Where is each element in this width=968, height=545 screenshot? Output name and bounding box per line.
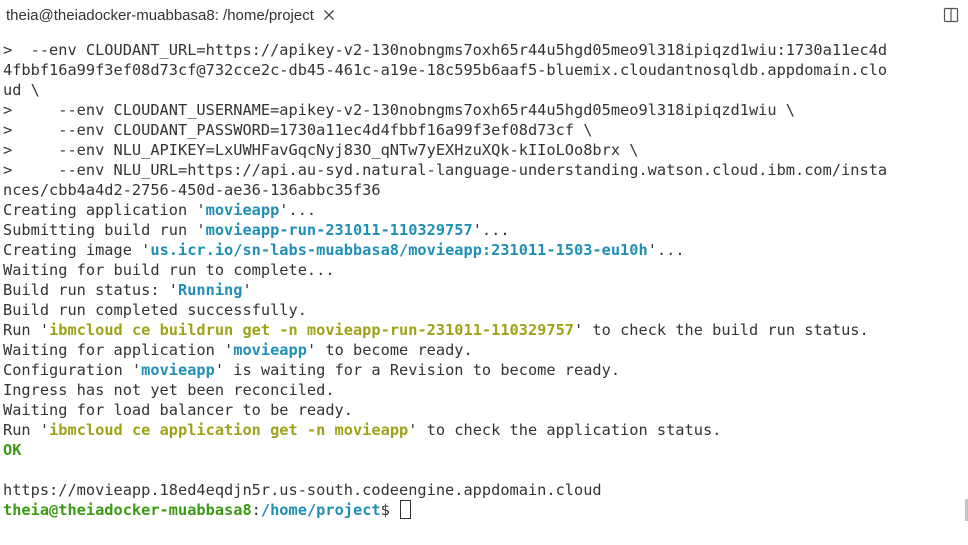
terminal-text-segment: OK	[3, 441, 22, 459]
terminal-text-segment: '...	[647, 241, 685, 259]
terminal-text-segment: Creating image '	[3, 241, 151, 259]
terminal-text-segment: ud \	[3, 81, 40, 99]
terminal-text-segment: ' is waiting for a Revision to become re…	[214, 361, 621, 379]
terminal-line: Creating application 'movieapp'...	[3, 200, 965, 220]
terminal-line: > --env NLU_URL=https://api.au-syd.natur…	[3, 160, 965, 180]
terminal-text-segment: ' to check the application status.	[408, 421, 722, 439]
terminal-text-segment: ' to check the build run status.	[574, 321, 869, 339]
terminal-text-segment: Build run completed successfully.	[3, 301, 307, 319]
terminal-text-segment: Run '	[3, 421, 50, 439]
terminal-line: Build run status: 'Running'	[3, 280, 965, 300]
terminal-line: Waiting for load balancer to be ready.	[3, 400, 965, 420]
terminal-line: OK	[3, 440, 965, 460]
terminal-line: > --env CLOUDANT_USERNAME=apikey-v2-130n…	[3, 100, 965, 120]
terminal-line: Run 'ibmcloud ce buildrun get -n movieap…	[3, 320, 965, 340]
terminal-line: > --env NLU_APIKEY=LxUWHFavGqcNyj83O_qNT…	[3, 140, 965, 160]
terminal-text-segment: Waiting for load balancer to be ready.	[3, 401, 353, 419]
terminal-text-segment: Configuration '	[3, 361, 142, 379]
terminal-line: 4fbbf16a99f3ef08d73cf@732cce2c-db45-461c…	[3, 60, 965, 80]
close-icon[interactable]	[322, 8, 336, 22]
terminal-text-segment: > --env NLU_URL=https://api.au-syd.natur…	[3, 161, 888, 179]
terminal-text-segment: Ingress has not yet been reconciled.	[3, 381, 335, 399]
terminal-line: ud \	[3, 80, 965, 100]
terminal-text-segment: https://movieapp.18ed4eqdjn5r.us-south.c…	[3, 481, 602, 499]
terminal-text-segment: > --env NLU_APIKEY=LxUWHFavGqcNyj83O_qNT…	[3, 141, 639, 159]
terminal-line: Configuration 'movieapp' is waiting for …	[3, 360, 965, 380]
terminal-output[interactable]: > --env CLOUDANT_URL=https://apikey-v2-1…	[3, 40, 965, 530]
terminal-text-segment: '...	[472, 221, 510, 239]
terminal-text-segment: > --env CLOUDANT_PASSWORD=1730a11ec4d4fb…	[3, 121, 593, 139]
terminal-cursor	[400, 500, 412, 519]
terminal-text-segment: Run '	[3, 321, 50, 339]
terminal-text-segment: movieapp	[141, 361, 215, 379]
terminal-text-segment: '...	[279, 201, 317, 219]
terminal-text-segment: ' to become ready.	[306, 341, 473, 359]
split-editor-icon[interactable]	[942, 6, 960, 24]
terminal-line: Waiting for build run to complete...	[3, 260, 965, 280]
terminal-text-segment: > --env CLOUDANT_URL=https://apikey-v2-1…	[3, 41, 888, 59]
prompt-path: /home/project	[260, 501, 381, 519]
terminal-line: Creating image 'us.icr.io/sn-labs-muabba…	[3, 240, 965, 260]
terminal-text-segment: movieapp-run-231011-110329757	[205, 221, 473, 239]
terminal-text-segment: '	[242, 281, 252, 299]
terminal-line: Submitting build run 'movieapp-run-23101…	[3, 220, 965, 240]
terminal-prompt-line[interactable]: theia@theiadocker-muabbasa8:/home/projec…	[3, 500, 965, 520]
terminal-text-segment: Build run status: '	[3, 281, 178, 299]
terminal-line: Run 'ibmcloud ce application get -n movi…	[3, 420, 965, 440]
terminal-tab-title: theia@theiadocker-muabbasa8: /home/proje…	[6, 6, 314, 24]
terminal-line: https://movieapp.18ed4eqdjn5r.us-south.c…	[3, 480, 965, 500]
prompt-user-host: theia@theiadocker-muabbasa8	[3, 501, 252, 519]
terminal-text-segment: Waiting for application '	[3, 341, 234, 359]
terminal-text-segment: > --env CLOUDANT_USERNAME=apikey-v2-130n…	[3, 101, 796, 119]
terminal-text-segment: Waiting for build run to complete...	[3, 261, 335, 279]
terminal-text-segment: 4fbbf16a99f3ef08d73cf@732cce2c-db45-461c…	[3, 61, 888, 79]
terminal-text-segment: Running	[177, 281, 243, 299]
terminal-line: Build run completed successfully.	[3, 300, 965, 320]
terminal-tab[interactable]: theia@theiadocker-muabbasa8: /home/proje…	[0, 0, 336, 30]
prompt-symbol: $	[380, 501, 400, 519]
terminal-text-segment: Submitting build run '	[3, 221, 206, 239]
terminal-line: Waiting for application 'movieapp' to be…	[3, 340, 965, 360]
terminal-text-segment: movieapp	[205, 201, 280, 219]
terminal-text-segment: ibmcloud ce application get -n movieapp	[49, 421, 409, 439]
terminal-text-segment: us.icr.io/sn-labs-muabbasa8/movieapp:231…	[150, 241, 648, 259]
terminal-line: nces/cbb4a4d2-2756-450d-ae36-136abbc35f3…	[3, 180, 965, 200]
terminal-text-segment: movieapp	[233, 341, 307, 359]
terminal-line: > --env CLOUDANT_PASSWORD=1730a11ec4d4fb…	[3, 120, 965, 140]
terminal-tab-bar: theia@theiadocker-muabbasa8: /home/proje…	[0, 0, 968, 30]
prompt-separator: :	[251, 501, 261, 519]
terminal-text-segment: Creating application '	[3, 201, 206, 219]
terminal-text-segment: ibmcloud ce buildrun get -n movieapp-run…	[49, 321, 575, 339]
terminal-text-segment: nces/cbb4a4d2-2756-450d-ae36-136abbc35f3…	[3, 181, 381, 199]
terminal-line: > --env CLOUDANT_URL=https://apikey-v2-1…	[3, 40, 965, 60]
terminal-line: Ingress has not yet been reconciled.	[3, 380, 965, 400]
